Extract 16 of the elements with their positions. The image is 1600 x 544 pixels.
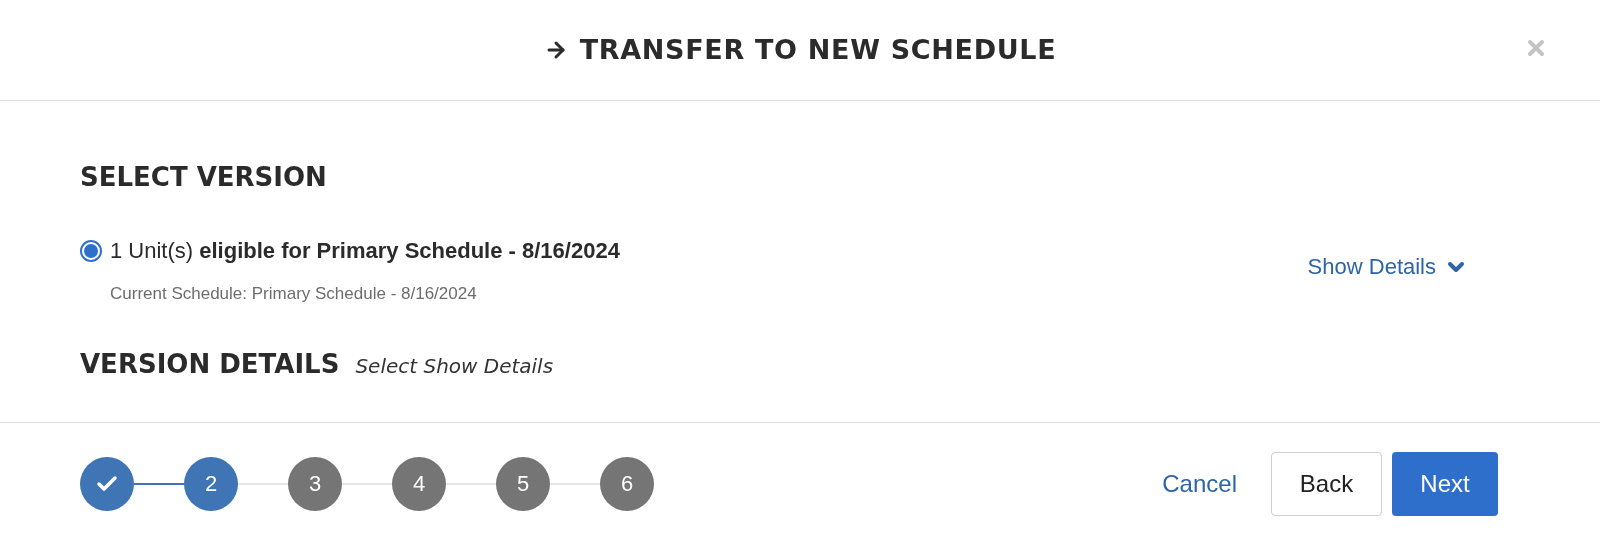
- step-indicator: 4: [392, 456, 446, 511]
- radio-button[interactable]: [80, 239, 102, 262]
- step-indicator: 2: [184, 456, 238, 511]
- show-details-link[interactable]: Show Details: [1307, 250, 1468, 283]
- next-button[interactable]: Next: [1392, 451, 1498, 516]
- back-button[interactable]: Back: [1271, 451, 1382, 516]
- cancel-button[interactable]: Cancel: [1162, 465, 1237, 502]
- option-label: 1 Unit(s) eligible for Primary Schedule - 8/16/2024: [110, 237, 620, 265]
- hint-text: Select Show Details: [355, 352, 554, 380]
- dialog-title: TRANSFER TO NEW SCHEDULE: [579, 32, 1057, 67]
- current-schedule-text: Current Schedule: Primary Schedule - 8/16/2024: [110, 283, 478, 305]
- step-indicator: 3: [288, 456, 342, 511]
- step-indicator: 6: [600, 456, 654, 511]
- section-heading: SELECT VERSION: [80, 164, 328, 190]
- step-indicator: 5: [496, 456, 550, 511]
- section-heading: VERSION DETAILS: [80, 347, 340, 381]
